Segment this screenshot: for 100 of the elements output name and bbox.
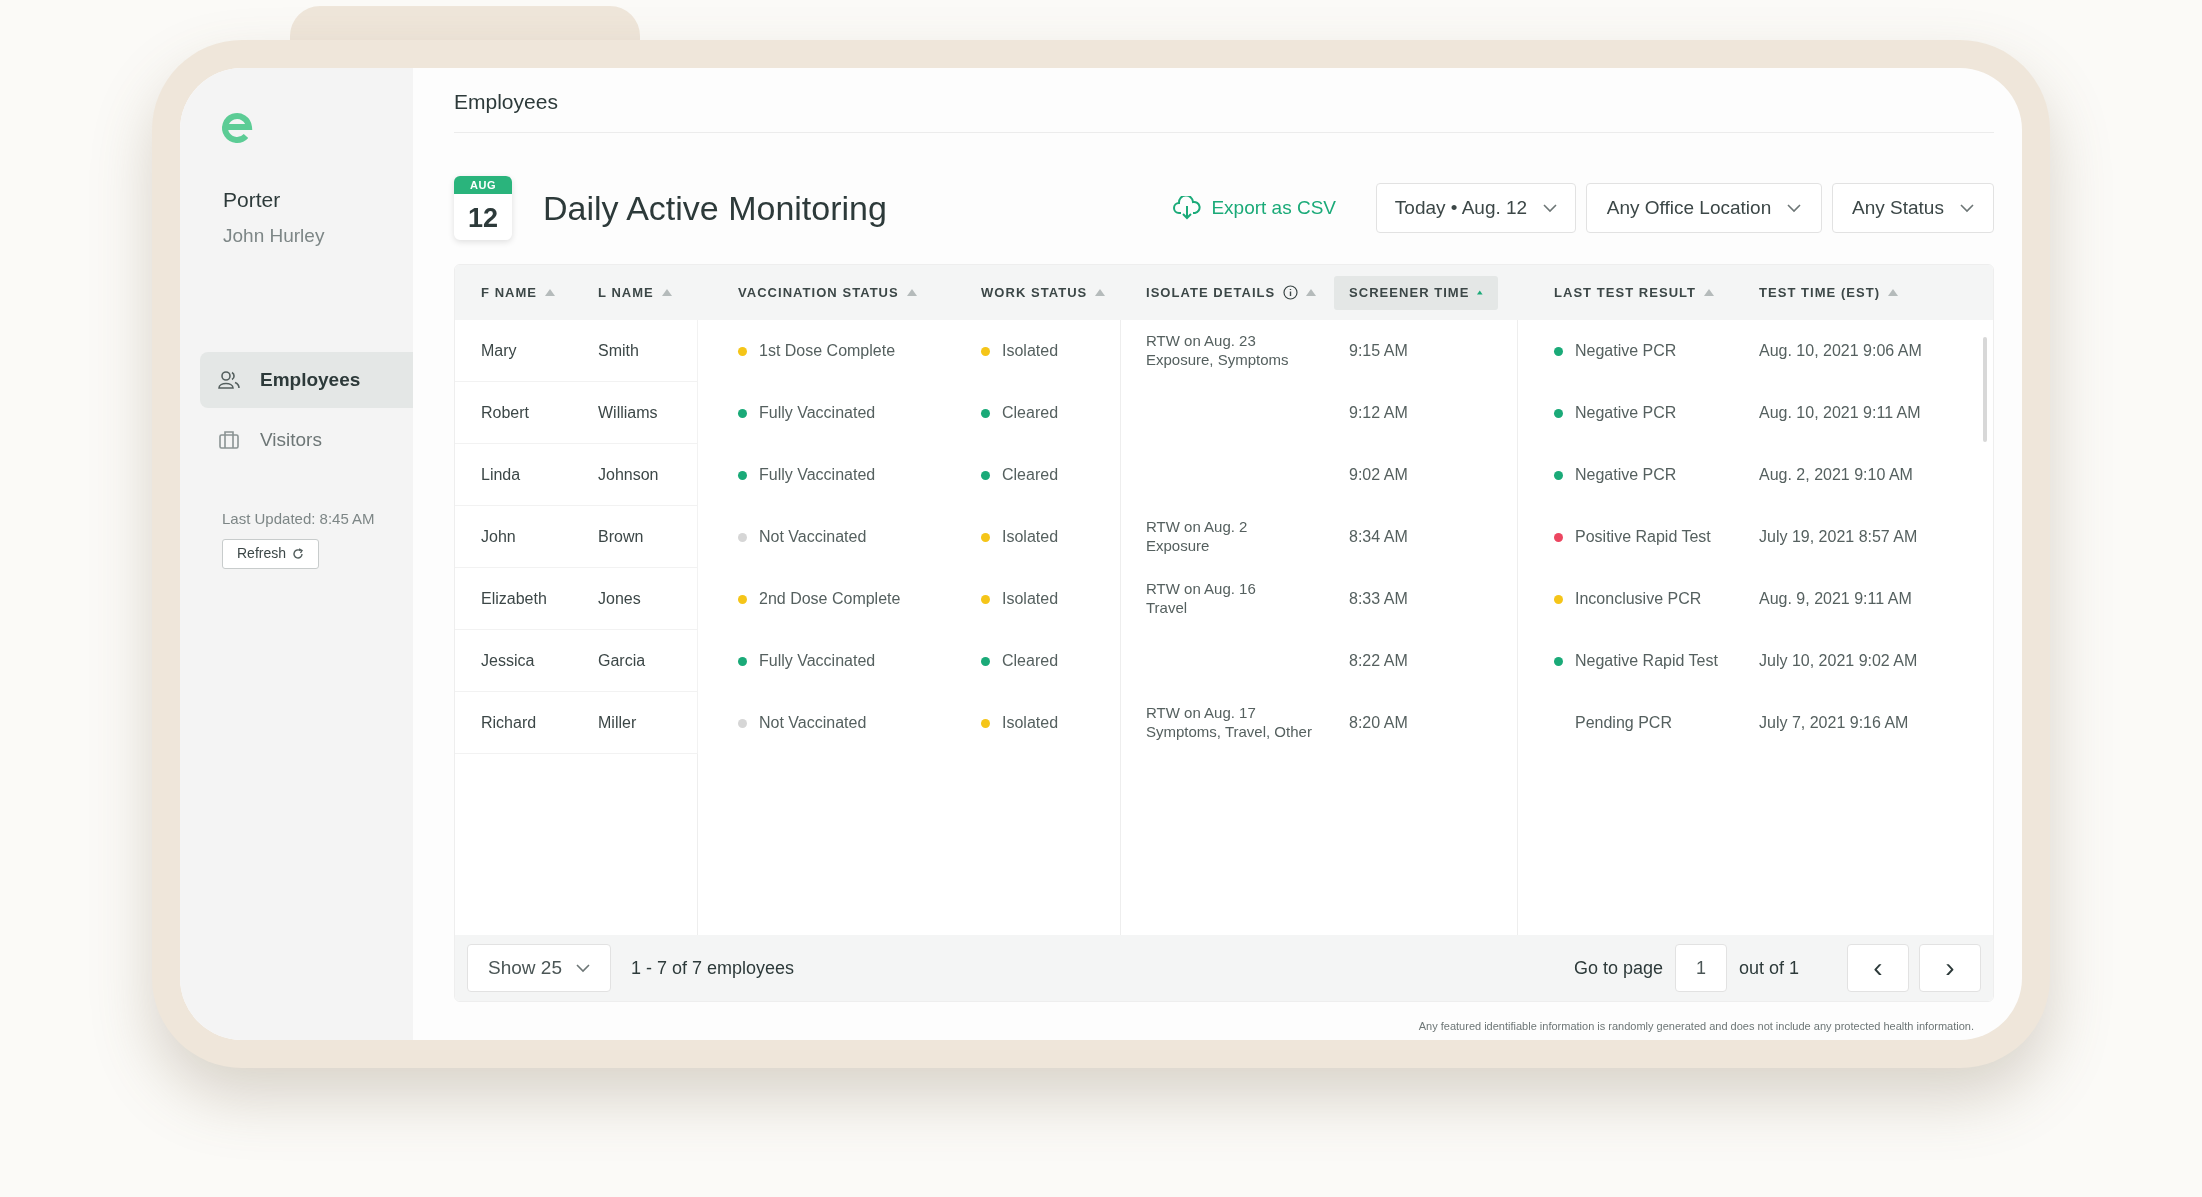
filter-dropdown[interactable]: Today • Aug. 12	[1376, 183, 1576, 233]
isolate-detail: Travel	[1146, 599, 1188, 618]
logo-icon	[220, 110, 254, 144]
work-status: Isolated	[1002, 589, 1059, 609]
first-name: Elizabeth	[481, 588, 547, 609]
filter-dropdown[interactable]: Any Status	[1832, 183, 1994, 233]
last-name: Johnson	[598, 464, 659, 485]
screener-time: 9:12 AM	[1349, 403, 1408, 423]
column-header[interactable]: ISOLATE DETAILS	[1146, 282, 1317, 303]
column-header[interactable]: LAST TEST RESULT	[1554, 282, 1715, 303]
page-title: Employees	[454, 89, 559, 114]
vaccination-status: 2nd Dose Complete	[759, 589, 901, 609]
first-name: Robert	[481, 402, 530, 423]
calendar-badge: AUG 12	[454, 176, 512, 240]
nav-item[interactable]: Employees	[200, 352, 413, 408]
first-name: Richard	[481, 712, 537, 733]
page-size-dropdown[interactable]: Show 25	[467, 944, 611, 992]
screener-time: 8:33 AM	[1349, 589, 1408, 609]
column-header[interactable]: SCREENER TIME	[1334, 275, 1498, 310]
sort-arrow-icon	[1477, 289, 1483, 296]
isolate-detail: Exposure, Symptoms	[1146, 351, 1289, 370]
screener-time: 8:34 AM	[1349, 527, 1408, 547]
screener-time: 9:02 AM	[1349, 465, 1408, 485]
nav-item[interactable]: Visitors	[200, 412, 413, 468]
test-time: July 19, 2021 8:57 AM	[1759, 527, 1918, 547]
test-time: Aug. 10, 2021 9:06 AM	[1759, 341, 1922, 361]
monitoring-title: Daily Active Monitoring	[543, 187, 887, 229]
last-name: Smith	[598, 340, 639, 361]
first-name: Mary	[481, 340, 517, 361]
screener-time: 9:15 AM	[1349, 341, 1408, 361]
chevron-down-icon	[1959, 203, 1974, 213]
test-time: July 7, 2021 9:16 AM	[1759, 713, 1909, 733]
vaccination-status: Fully Vaccinated	[759, 465, 876, 485]
isolate-detail: RTW on Aug. 16	[1146, 580, 1256, 599]
isolate-detail: Exposure	[1146, 537, 1210, 556]
chevron-down-icon	[1787, 203, 1802, 213]
vaccination-status: 1st Dose Complete	[759, 341, 896, 361]
sort-arrow-icon	[1095, 289, 1106, 296]
last-name: Williams	[598, 402, 658, 423]
column-header[interactable]: TEST TIME (EST)	[1759, 282, 1899, 303]
user-name: John Hurley	[223, 223, 326, 248]
organization-name: Porter	[223, 187, 282, 213]
vaccination-status: Not Vaccinated	[759, 527, 867, 547]
page-total: out of 1	[1738, 956, 1799, 980]
test-result: Pending PCR	[1575, 713, 1672, 733]
first-name: Jessica	[481, 650, 535, 671]
refresh-button[interactable]: Refresh	[222, 538, 320, 569]
work-status: Isolated	[1002, 341, 1059, 361]
employee-count: 1 - 7 of 7 employees	[631, 956, 795, 980]
test-time: Aug. 10, 2021 9:11 AM	[1759, 403, 1921, 423]
filter-dropdown[interactable]: Any Office Location	[1586, 183, 1822, 233]
sort-arrow-icon	[1888, 289, 1899, 296]
test-time: July 10, 2021 9:02 AM	[1759, 651, 1918, 671]
chevron-down-icon	[1543, 203, 1558, 213]
work-status: Cleared	[1002, 651, 1059, 671]
next-page-button[interactable]: ›	[1919, 944, 1981, 992]
info-icon[interactable]	[1283, 285, 1299, 300]
scrollbar[interactable]	[1983, 337, 1987, 442]
refresh-icon	[292, 547, 305, 560]
last-name: Brown	[598, 526, 644, 547]
briefcase-icon	[218, 430, 240, 450]
vaccination-status: Fully Vaccinated	[759, 651, 876, 671]
column-header[interactable]: VACCINATION STATUS	[738, 282, 917, 303]
cloud-download-icon	[1173, 196, 1202, 220]
vaccination-status: Not Vaccinated	[759, 713, 867, 733]
column-header[interactable]: WORK STATUS	[981, 282, 1106, 303]
go-to-page-label: Go to page	[1573, 956, 1663, 980]
column-header[interactable]: L NAME	[598, 282, 672, 303]
page-number-field[interactable]: 1	[1674, 944, 1727, 992]
screener-time: 8:22 AM	[1349, 651, 1408, 671]
test-result: Negative Rapid Test	[1575, 651, 1718, 671]
first-name: Linda	[481, 464, 521, 485]
test-result: Inconclusive PCR	[1575, 589, 1702, 609]
disclaimer-text: Any featured identifiable information is randomly generated and does not include any protected health information.	[1418, 1019, 1974, 1034]
sort-arrow-icon	[545, 289, 556, 296]
last-name: Miller	[598, 712, 637, 733]
isolate-detail: RTW on Aug. 17	[1146, 704, 1256, 723]
isolate-detail: RTW on Aug. 2	[1146, 518, 1248, 537]
test-result: Negative PCR	[1575, 341, 1677, 361]
test-result: Negative PCR	[1575, 403, 1677, 423]
work-status: Cleared	[1002, 403, 1059, 423]
previous-page-button[interactable]: ‹	[1847, 944, 1909, 992]
last-updated-text: Last Updated: 8:45 AM	[222, 509, 376, 529]
people-icon	[218, 370, 240, 390]
column-header[interactable]: F NAME	[481, 282, 556, 303]
work-status: Isolated	[1002, 527, 1059, 547]
test-result: Negative PCR	[1575, 465, 1677, 485]
last-name: Garcia	[598, 650, 646, 671]
chevron-down-icon	[575, 963, 590, 973]
work-status: Cleared	[1002, 465, 1059, 485]
sort-arrow-icon	[1306, 289, 1317, 296]
sort-arrow-icon	[1704, 289, 1715, 296]
sort-arrow-icon	[661, 289, 672, 296]
test-time: Aug. 2, 2021 9:10 AM	[1759, 465, 1913, 485]
sort-arrow-icon	[906, 289, 917, 296]
isolate-detail: Symptoms, Travel, Other	[1146, 723, 1312, 742]
screener-time: 8:20 AM	[1349, 713, 1408, 733]
test-result: Positive Rapid Test	[1575, 527, 1711, 547]
test-time: Aug. 9, 2021 9:11 AM	[1759, 589, 1912, 609]
work-status: Isolated	[1002, 713, 1059, 733]
